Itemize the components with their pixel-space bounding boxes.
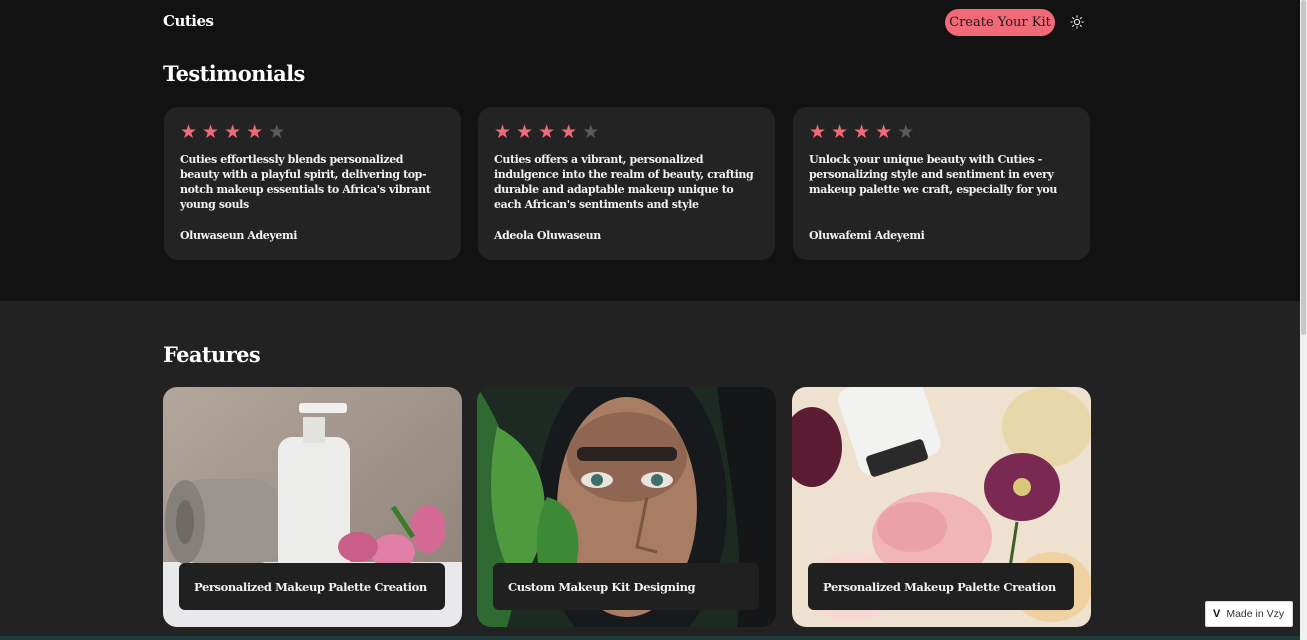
testimonial-quote: Cuties effortlessly blends personalized … bbox=[180, 153, 431, 211]
feature-label: Custom Makeup Kit Designing bbox=[493, 563, 759, 610]
theme-toggle-button[interactable] bbox=[1068, 13, 1085, 30]
vzy-logo-icon: V bbox=[1213, 608, 1221, 620]
badge-label: Made in Vzy bbox=[1226, 608, 1285, 620]
sun-icon bbox=[1069, 14, 1084, 29]
brand-logo[interactable]: Cuties bbox=[163, 12, 214, 30]
star-empty-icon: ★ bbox=[582, 121, 600, 143]
feature-label: Personalized Makeup Palette Creation bbox=[179, 563, 445, 610]
feature-card[interactable]: Personalized Makeup Palette Creation bbox=[163, 387, 462, 627]
testimonial-author: Oluwaseun Adeyemi bbox=[180, 229, 298, 242]
star-icon: ★ bbox=[538, 121, 556, 143]
star-empty-icon: ★ bbox=[268, 121, 286, 143]
star-icon: ★ bbox=[516, 121, 534, 143]
feature-card[interactable]: Personalized Makeup Palette Creation bbox=[792, 387, 1091, 627]
create-your-kit-button[interactable]: Create Your Kit bbox=[945, 9, 1055, 36]
feature-label: Personalized Makeup Palette Creation bbox=[808, 563, 1074, 610]
made-in-vzy-badge[interactable]: V Made in Vzy bbox=[1205, 601, 1293, 627]
star-rating: ★ ★ ★ ★ ★ bbox=[809, 122, 1074, 142]
star-icon: ★ bbox=[246, 121, 264, 143]
star-empty-icon: ★ bbox=[897, 121, 915, 143]
testimonial-card: ★ ★ ★ ★ ★ Unlock your unique beauty with… bbox=[793, 107, 1090, 260]
star-icon: ★ bbox=[180, 121, 198, 143]
star-icon: ★ bbox=[202, 121, 220, 143]
testimonial-card: ★ ★ ★ ★ ★ Cuties effortlessly blends per… bbox=[164, 107, 461, 260]
testimonial-quote: Unlock your unique beauty with Cuties - … bbox=[809, 153, 1057, 196]
star-icon: ★ bbox=[494, 121, 512, 143]
star-rating: ★ ★ ★ ★ ★ bbox=[180, 122, 445, 142]
star-icon: ★ bbox=[560, 121, 578, 143]
feature-card[interactable]: Custom Makeup Kit Designing bbox=[477, 387, 776, 627]
testimonial-card: ★ ★ ★ ★ ★ Cuties offers a vibrant, perso… bbox=[478, 107, 775, 260]
star-icon: ★ bbox=[809, 121, 827, 143]
page-bottom-border bbox=[0, 636, 1300, 640]
site-header: Cuties Create Your Kit bbox=[0, 0, 1300, 44]
testimonial-quote: Cuties offers a vibrant, personalized in… bbox=[494, 153, 754, 211]
star-icon: ★ bbox=[853, 121, 871, 143]
testimonial-author: Adeola Oluwaseun bbox=[494, 229, 601, 242]
testimonial-author: Oluwafemi Adeyemi bbox=[809, 229, 925, 242]
scrollbar-thumb[interactable] bbox=[1301, 0, 1306, 335]
star-icon: ★ bbox=[831, 121, 849, 143]
testimonials-title: Testimonials bbox=[163, 61, 305, 86]
star-rating: ★ ★ ★ ★ ★ bbox=[494, 122, 759, 142]
star-icon: ★ bbox=[875, 121, 893, 143]
features-title: Features bbox=[163, 342, 261, 367]
star-icon: ★ bbox=[224, 121, 242, 143]
